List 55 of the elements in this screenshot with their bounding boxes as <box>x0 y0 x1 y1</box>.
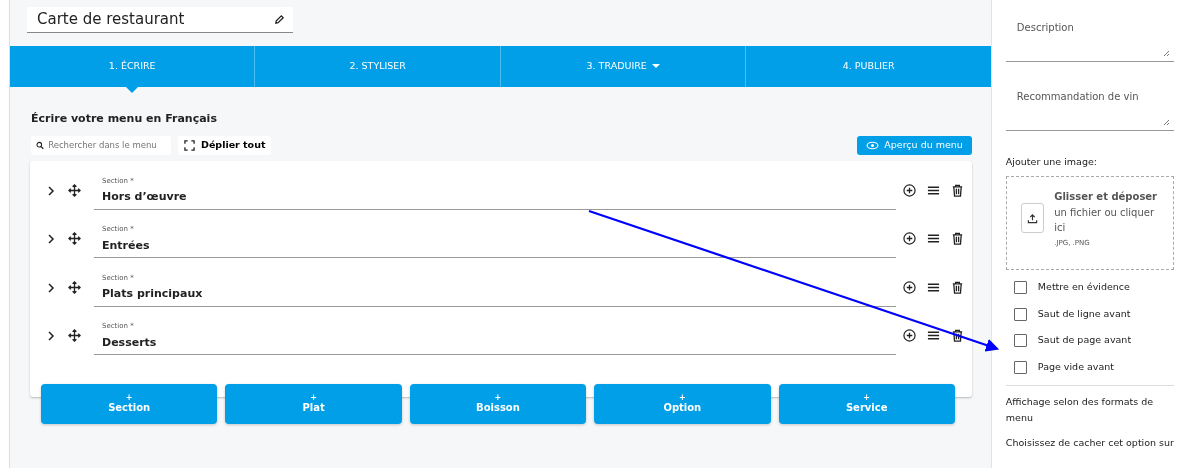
step-tab[interactable]: 3. TRADUIRE <box>499 46 746 87</box>
step-tab[interactable]: 2. STYLISER <box>254 46 500 87</box>
move-icon[interactable] <box>68 329 81 342</box>
trash-icon[interactable] <box>951 280 964 294</box>
checkbox-label: Saut de ligne avant <box>1037 306 1131 321</box>
checkbox[interactable] <box>1013 281 1027 294</box>
move-icon[interactable] <box>68 183 81 197</box>
drop-zone-text: un fichier ou cliquer ici <box>1054 206 1155 234</box>
display-heading: Affichage selon des formats de menu <box>1005 395 1155 425</box>
checkbox[interactable] <box>1013 334 1027 347</box>
chevron-icon[interactable] <box>47 185 55 196</box>
move-icon[interactable] <box>68 232 81 245</box>
step-tab[interactable]: 4. PUBLIER <box>745 46 991 87</box>
list-icon[interactable] <box>927 329 940 342</box>
add-icon[interactable] <box>903 183 916 197</box>
list-icon[interactable] <box>927 232 940 245</box>
expand-icon <box>184 139 195 151</box>
resize-grip-icon <box>1163 50 1170 57</box>
checkbox-label: Mettre en évidence <box>1037 280 1130 295</box>
search-icon <box>36 140 45 150</box>
chevron-icon[interactable] <box>47 234 55 244</box>
checkbox-label: Page vide avant <box>1037 359 1115 374</box>
move-icon[interactable] <box>68 280 81 294</box>
display-text: Choisissez de cacher cet option sur <box>1005 435 1174 450</box>
text-area[interactable]: Recommandation de vin <box>1005 83 1174 131</box>
upload-icon <box>1027 212 1038 224</box>
trash-icon[interactable] <box>951 329 964 342</box>
trash-icon[interactable] <box>951 183 964 197</box>
text-area[interactable]: Description <box>1005 14 1174 62</box>
checkbox-label: Saut de page avant <box>1037 333 1132 348</box>
drop-zone-title: Glisser et déposer <box>1054 190 1159 205</box>
add-button[interactable]: + Section <box>41 383 218 424</box>
add-button[interactable]: + Plat <box>225 383 402 424</box>
search-input[interactable]: Rechercher dans le menu <box>48 138 166 152</box>
image-label: Ajouter une image: <box>1005 155 1098 169</box>
add-button[interactable]: + Service <box>778 383 955 424</box>
step-tab[interactable]: 1. ÉCRIRE <box>10 46 255 87</box>
checkbox[interactable] <box>1013 360 1027 374</box>
checkbox[interactable] <box>1013 307 1027 321</box>
eye-icon <box>866 140 880 150</box>
search-field[interactable]: Rechercher dans le menu <box>31 135 171 155</box>
preview-button[interactable]: Aperçu du menu <box>857 135 972 155</box>
add-icon[interactable] <box>903 280 916 294</box>
add-button[interactable]: + Boisson <box>409 383 587 424</box>
section-heading: Écrire votre menu en Français <box>31 111 218 127</box>
expand-all-button[interactable]: Déplier tout <box>178 135 272 155</box>
add-icon[interactable] <box>903 232 916 245</box>
title-field[interactable]: Carte de restaurant <box>27 7 293 33</box>
pencil-icon <box>274 14 285 25</box>
trash-icon[interactable] <box>951 232 964 245</box>
add-icon[interactable] <box>903 329 916 342</box>
chevron-icon[interactable] <box>47 331 55 341</box>
add-button[interactable]: + Option <box>594 383 771 424</box>
resize-grip-icon <box>1163 119 1170 126</box>
chevron-icon[interactable] <box>47 282 55 293</box>
